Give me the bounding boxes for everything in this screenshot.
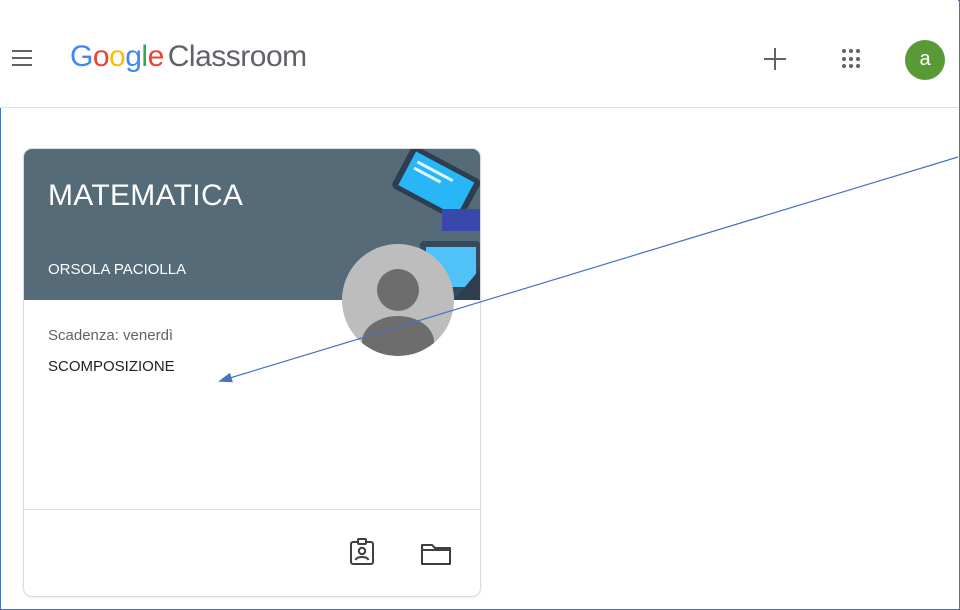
logo-letter: g bbox=[125, 40, 142, 73]
account-avatar[interactable]: a bbox=[905, 40, 945, 80]
assignment-link[interactable]: SCOMPOSIZIONE bbox=[48, 358, 175, 375]
hamburger-menu-icon[interactable] bbox=[12, 50, 32, 70]
card-footer bbox=[24, 509, 480, 596]
account-initial: a bbox=[919, 48, 931, 70]
apps-grid-icon[interactable] bbox=[842, 49, 862, 69]
teacher-avatar bbox=[342, 244, 454, 356]
class-name[interactable]: MATEMATICA bbox=[48, 179, 243, 213]
logo-letter: o bbox=[109, 40, 126, 73]
folder-icon[interactable] bbox=[420, 542, 452, 566]
product-name: Classroom bbox=[167, 40, 307, 73]
assignment-ind-icon[interactable] bbox=[349, 538, 375, 566]
logo-letter: o bbox=[92, 40, 110, 73]
app-header: Google Classroom a bbox=[0, 0, 958, 108]
teacher-name: ORSOLA PACIOLLA bbox=[48, 261, 187, 278]
class-card[interactable]: MATEMATICA ORSOLA PACIOLLA Scadenza: ven… bbox=[23, 148, 481, 597]
due-date-label: Scadenza: venerdì bbox=[48, 327, 174, 344]
plus-icon[interactable] bbox=[762, 46, 788, 72]
person-icon bbox=[342, 244, 454, 356]
logo-letter: G bbox=[70, 40, 93, 73]
app-logo[interactable]: Google Classroom bbox=[70, 40, 307, 74]
logo-letter: e bbox=[147, 40, 165, 73]
